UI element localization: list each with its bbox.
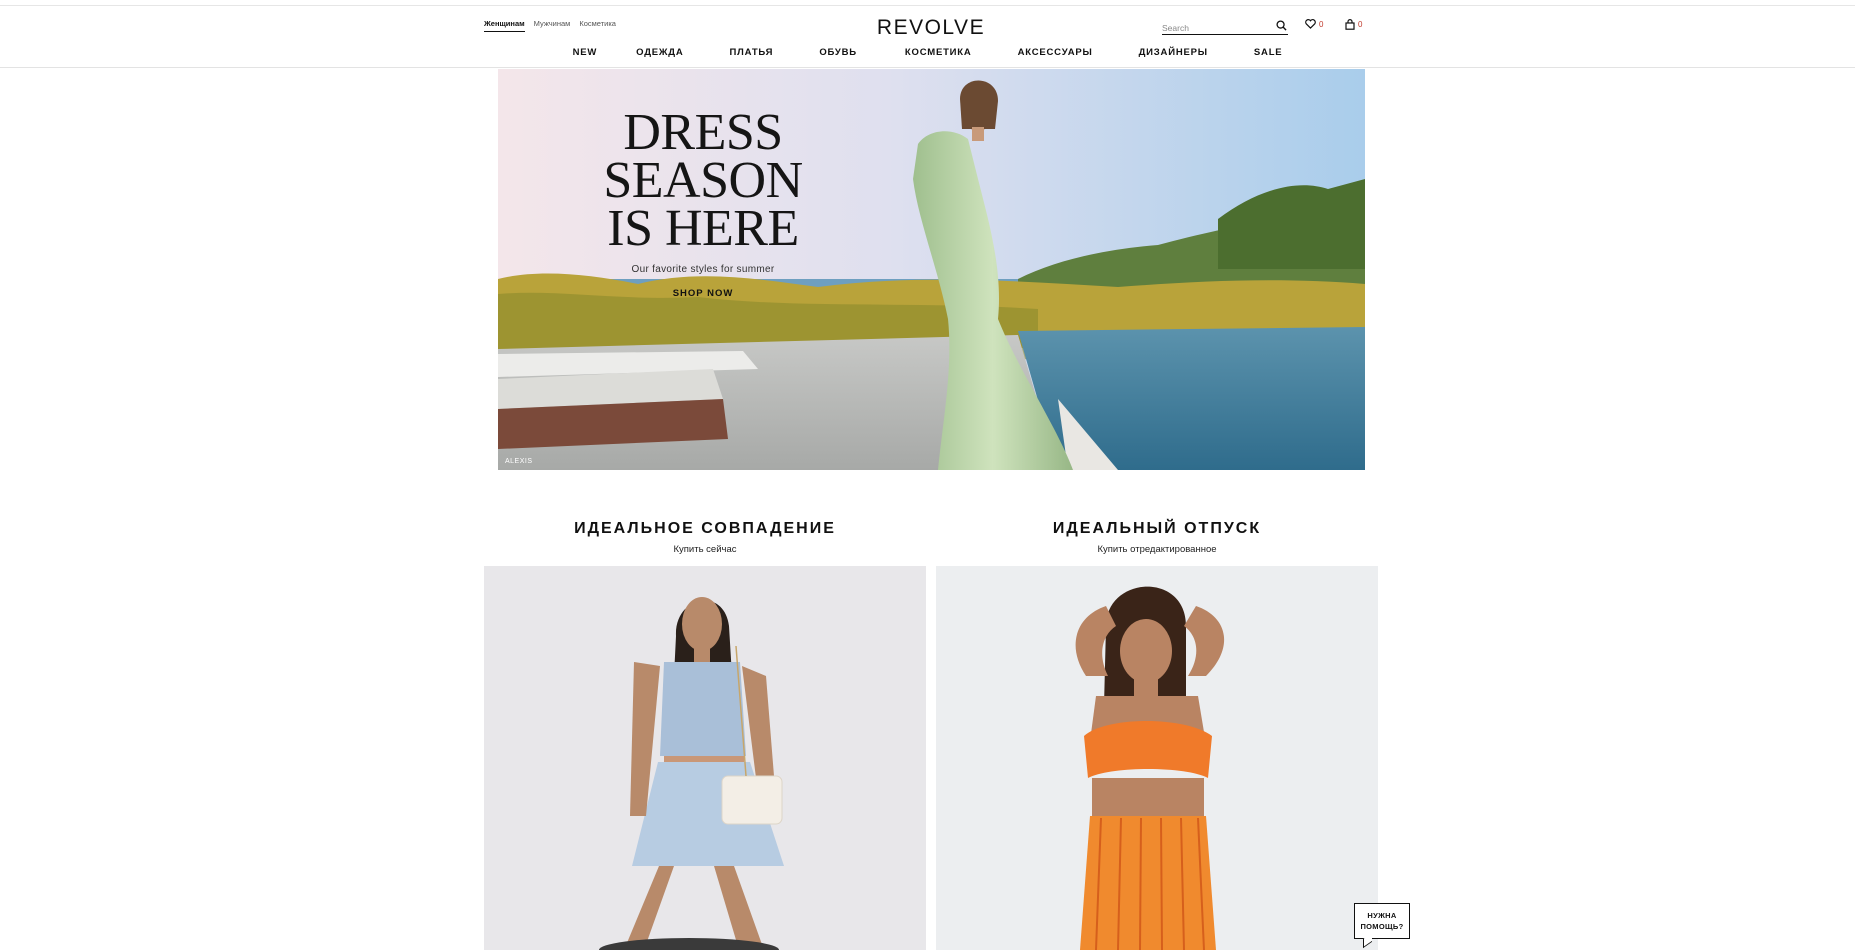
promo-link[interactable]: Купить отредактированное bbox=[936, 544, 1378, 555]
tab-beauty[interactable]: Косметика bbox=[579, 19, 616, 32]
hero-credit: ALEXIS bbox=[505, 458, 533, 465]
promo-image[interactable] bbox=[484, 566, 926, 950]
heart-icon bbox=[1305, 19, 1316, 29]
nav-sale[interactable]: SALE bbox=[1254, 47, 1283, 58]
nav-new[interactable]: NEW bbox=[573, 47, 598, 58]
search-icon[interactable] bbox=[1276, 20, 1287, 31]
model-photo bbox=[936, 566, 1378, 950]
promo-title: ИДЕАЛЬНЫЙ ОТПУСК bbox=[1052, 520, 1262, 537]
wishlist-count: 0 bbox=[1319, 19, 1324, 29]
shop-now-button[interactable]: SHOP NOW bbox=[673, 288, 734, 299]
promo-image[interactable] bbox=[936, 566, 1378, 950]
hero-banner[interactable]: DRESS SEASON IS HERE Our favorite styles… bbox=[498, 69, 1365, 470]
nav-accessories[interactable]: АКСЕССУАРЫ bbox=[1018, 47, 1093, 58]
promo-card-perfect-match: ИДЕАЛЬНОЕ СОВПАДЕНИЕ Купить сейчас bbox=[484, 520, 926, 950]
wishlist-button[interactable]: 0 bbox=[1305, 19, 1323, 29]
search-input[interactable] bbox=[1162, 21, 1270, 35]
nav-shoes[interactable]: ОБУВЬ bbox=[819, 47, 857, 58]
hero-title: DRESS SEASON IS HERE bbox=[603, 104, 803, 257]
tab-men[interactable]: Мужчинам bbox=[534, 19, 571, 32]
promo-link[interactable]: Купить сейчас bbox=[484, 544, 926, 555]
gender-nav: Женщинам Мужчинам Косметика bbox=[484, 19, 616, 32]
nav-designers[interactable]: ДИЗАЙНЕРЫ bbox=[1139, 47, 1208, 58]
model-photo bbox=[484, 566, 926, 950]
main-nav: NEW ОДЕЖДА ПЛАТЬЯ ОБУВЬ КОСМЕТИКА АКСЕСС… bbox=[0, 47, 1855, 58]
shopping-bag-icon bbox=[1345, 19, 1355, 30]
site-header: Женщинам Мужчинам Косметика REVOLVE 0 0 … bbox=[0, 6, 1855, 68]
bag-count: 0 bbox=[1358, 20, 1363, 29]
promo-title: ИДЕАЛЬНОЕ СОВПАДЕНИЕ bbox=[574, 520, 836, 537]
help-chat-button[interactable]: НУЖНА ПОМОЩЬ? bbox=[1354, 903, 1410, 939]
promo-card-perfect-vacation: ИДЕАЛЬНЫЙ ОТПУСК Купить отредактированно… bbox=[936, 520, 1378, 950]
bag-button[interactable]: 0 bbox=[1345, 19, 1362, 30]
hero-subtitle: Our favorite styles for summer bbox=[631, 264, 775, 275]
help-label: НУЖНА ПОМОЩЬ? bbox=[1360, 911, 1404, 931]
tab-women[interactable]: Женщинам bbox=[484, 19, 525, 32]
nav-dresses[interactable]: ПЛАТЬЯ bbox=[730, 47, 774, 58]
hero-text-block: DRESS SEASON IS HERE Our favorite styles… bbox=[538, 104, 868, 301]
nav-clothing[interactable]: ОДЕЖДА bbox=[636, 47, 683, 58]
logo[interactable]: REVOLVE bbox=[875, 16, 987, 40]
search-box bbox=[1162, 18, 1288, 35]
nav-beauty[interactable]: КОСМЕТИКА bbox=[905, 47, 972, 58]
